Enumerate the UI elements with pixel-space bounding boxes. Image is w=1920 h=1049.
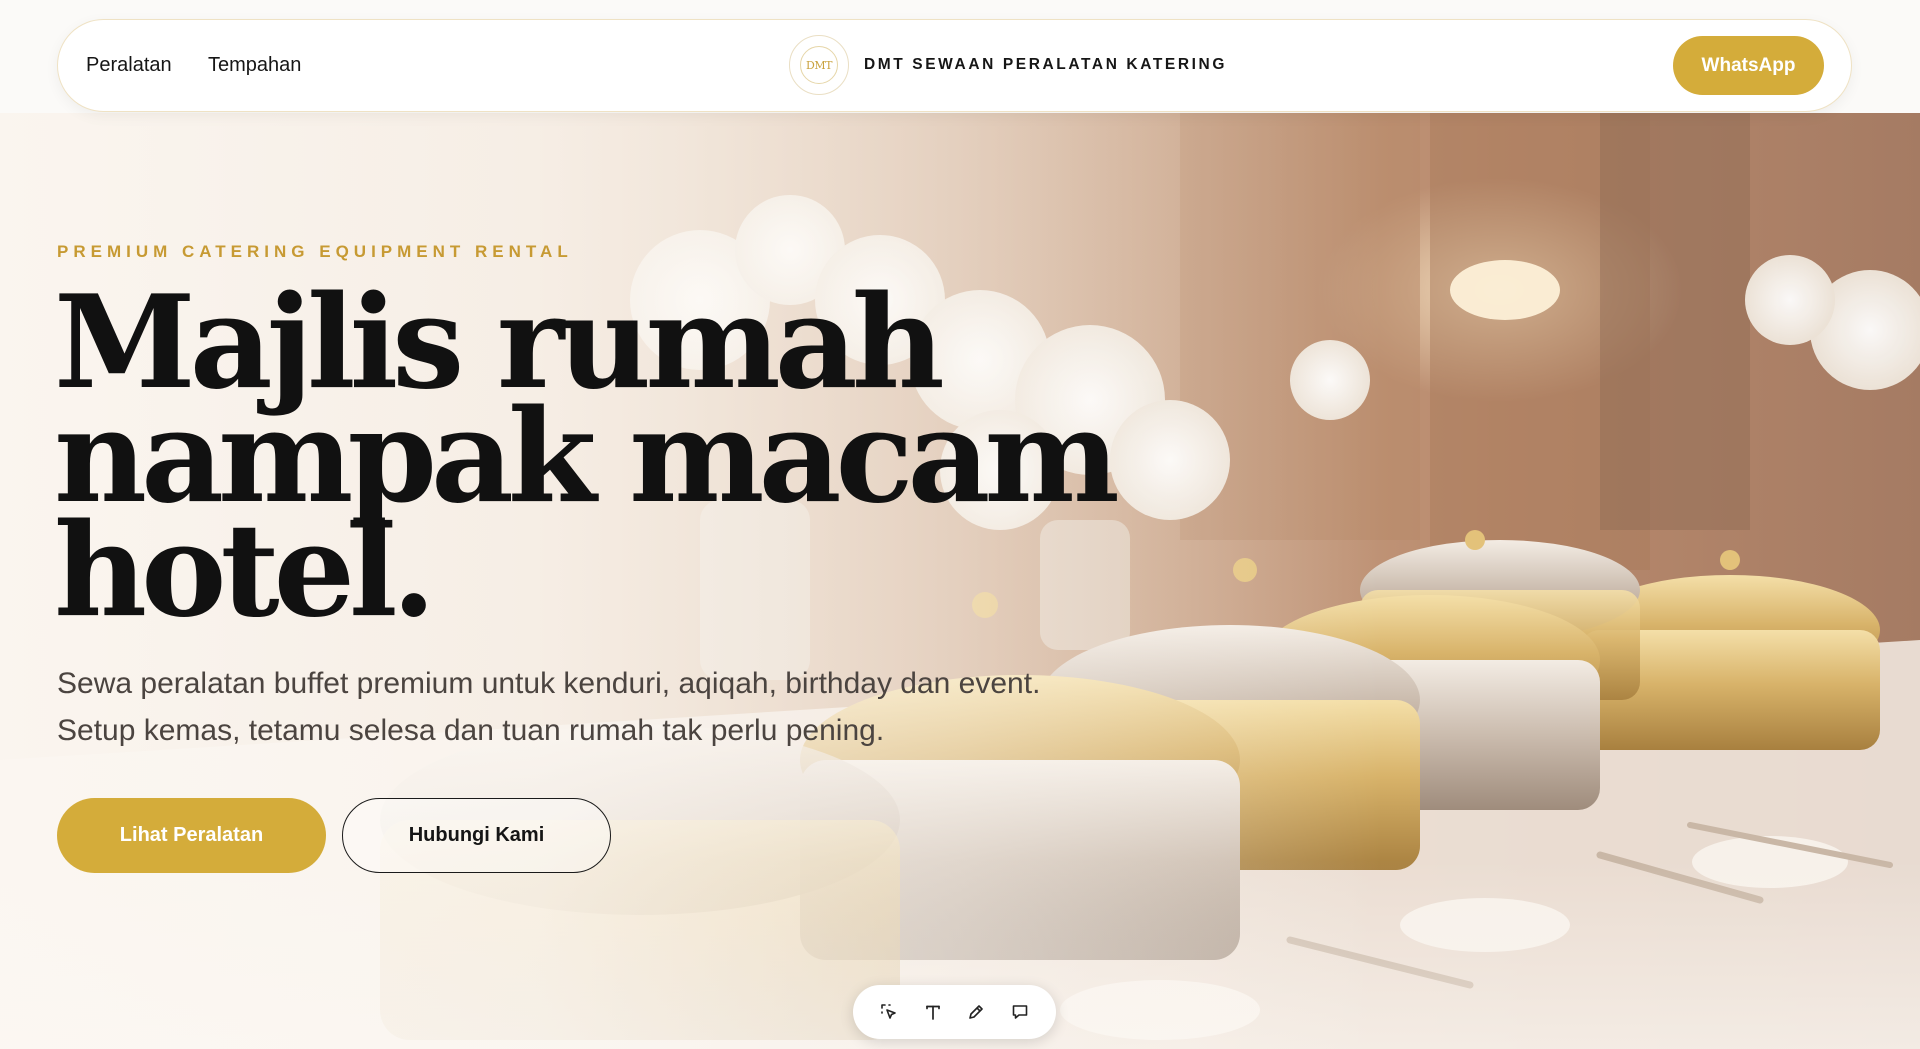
floating-toolbar [853,985,1056,1039]
logo-monogram: DMT [800,46,838,84]
view-equipment-button[interactable]: Lihat Peralatan [57,798,326,873]
whatsapp-button[interactable]: WhatsApp [1673,36,1824,95]
hero-description: Sewa peralatan buffet premium untuk kend… [57,660,1157,754]
comment-icon[interactable] [1004,996,1036,1028]
navbar: Peralatan Tempahan DMT DMT SEWAAN PERALA… [57,19,1852,112]
description-line-2: Setup kemas, tetamu selesa dan tuan ruma… [57,714,885,747]
hero-headline: Majlis rumah nampak macam hotel. [54,279,1120,635]
brand-name: DMT SEWAAN PERALATAN KATERING [864,56,1227,73]
select-cursor-icon[interactable] [873,996,905,1028]
hero-eyebrow: PREMIUM CATERING EQUIPMENT RENTAL [57,242,573,261]
nav-link-tempahan[interactable]: Tempahan [208,54,301,77]
pencil-icon[interactable] [960,996,992,1028]
header: Peralatan Tempahan DMT DMT SEWAAN PERALA… [0,0,1920,113]
nav-link-peralatan[interactable]: Peralatan [86,54,172,77]
contact-us-button[interactable]: Hubungi Kami [342,798,611,873]
landing-page: Peralatan Tempahan DMT DMT SEWAAN PERALA… [0,0,1920,1049]
text-icon[interactable] [917,996,949,1028]
description-line-1: Sewa peralatan buffet premium untuk kend… [57,667,1041,700]
brand-logo[interactable]: DMT [789,35,849,95]
